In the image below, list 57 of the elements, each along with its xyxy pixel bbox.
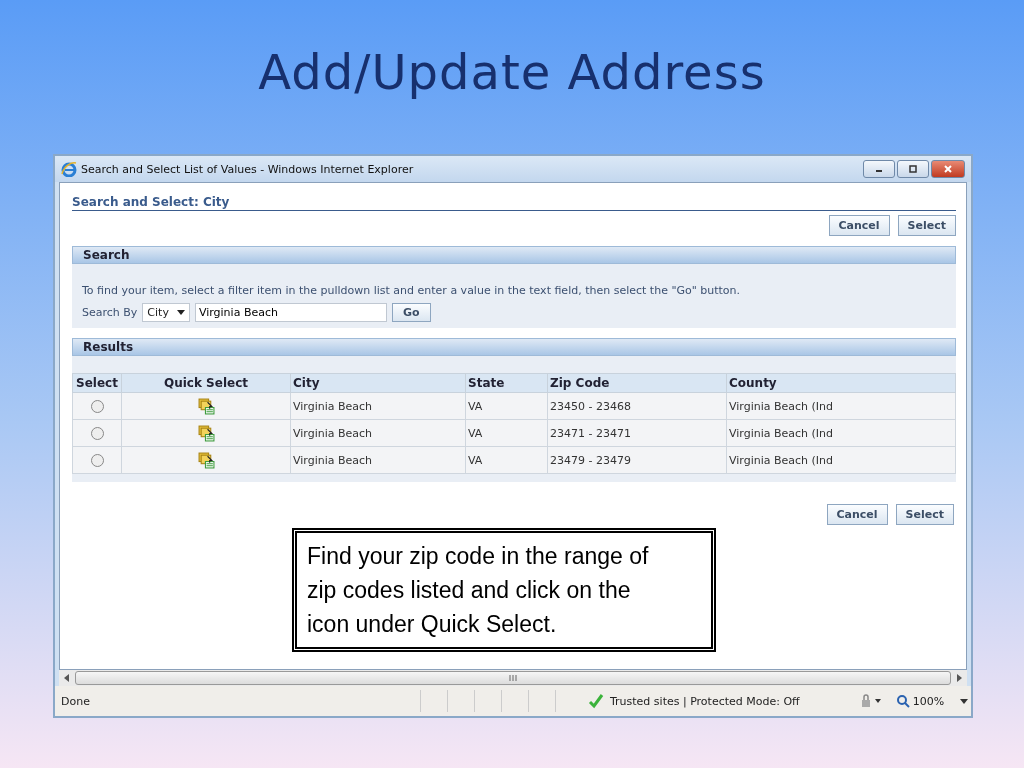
zoom-icon[interactable]: [895, 694, 910, 708]
status-text: Done: [61, 694, 90, 708]
quick-select-icon[interactable]: [197, 397, 215, 415]
slide-title: Add/Update Address: [258, 44, 766, 102]
action-button[interactable]: Select: [897, 215, 956, 236]
radio-button[interactable]: [90, 399, 104, 413]
lock-dropdown-icon[interactable]: [859, 694, 882, 708]
page-heading: Search and Select: City: [72, 195, 956, 211]
horizontal-scrollbar[interactable]: [59, 670, 967, 686]
section-header: Search: [72, 246, 956, 264]
table-cell: VA: [465, 419, 548, 447]
instructions-text: To find your item, select a filter item in the pulldown list and enter a value in the text field, then select the "Go" button.: [82, 284, 742, 297]
column-header: City: [290, 373, 466, 393]
scrollbar-thumb[interactable]: [75, 671, 951, 685]
close-icon: [943, 164, 953, 174]
column-header: County: [726, 373, 956, 393]
search-input[interactable]: Virginia Beach: [194, 303, 387, 322]
callout-text: Find your zip code in the range of zip codes listed and click on the icon under Quick Select.: [307, 542, 650, 639]
table-cell: Virginia Beach (Ind: [726, 446, 956, 474]
column-header: State: [465, 373, 548, 393]
close-button[interactable]: [931, 160, 965, 178]
table-cell: Virginia Beach: [290, 392, 466, 420]
action-button[interactable]: Cancel: [828, 215, 890, 236]
go-button[interactable]: Go: [391, 303, 431, 322]
table-cell: 23471 - 23471: [547, 419, 727, 447]
column-header: Quick Select: [121, 373, 291, 393]
table-cell: VA: [465, 392, 548, 420]
scroll-left-icon[interactable]: [63, 674, 69, 682]
quick-select-icon[interactable]: [197, 451, 215, 469]
maximize-button[interactable]: [897, 160, 929, 178]
column-header: Zip Code: [547, 373, 727, 393]
window-title: Search and Select List of Values - Windows Internet Explorer: [81, 162, 414, 176]
check-icon: [587, 693, 604, 709]
table-cell: VA: [465, 446, 548, 474]
table-cell: Virginia Beach (Ind: [726, 392, 956, 420]
table-cell: 23450 - 23468: [547, 392, 727, 420]
quick-select-icon[interactable]: [197, 424, 215, 442]
action-button[interactable]: Select: [895, 504, 954, 525]
filter-dropdown[interactable]: City: [142, 303, 190, 322]
search-by-label: Search By: [82, 306, 138, 319]
security-zone-text: Trusted sites | Protected Mode: Off: [609, 694, 800, 708]
section-header: Results: [72, 338, 956, 356]
browser-logo-icon: [61, 161, 77, 177]
table-cell: 23479 - 23479: [547, 446, 727, 474]
dropdown-caret-icon[interactable]: [960, 698, 969, 704]
minimize-button[interactable]: [863, 160, 895, 178]
action-button[interactable]: Cancel: [826, 504, 888, 525]
radio-button[interactable]: [90, 426, 104, 440]
table-cell: Virginia Beach: [290, 419, 466, 447]
scroll-right-icon[interactable]: [957, 674, 963, 682]
table-cell: Virginia Beach: [290, 446, 466, 474]
caret-icon: [176, 310, 185, 315]
column-header: Select: [72, 373, 122, 393]
table-cell: Virginia Beach (Ind: [726, 419, 956, 447]
maximize-icon: [908, 164, 918, 174]
zoom-level[interactable]: 100%: [912, 694, 945, 708]
radio-button[interactable]: [90, 453, 104, 467]
